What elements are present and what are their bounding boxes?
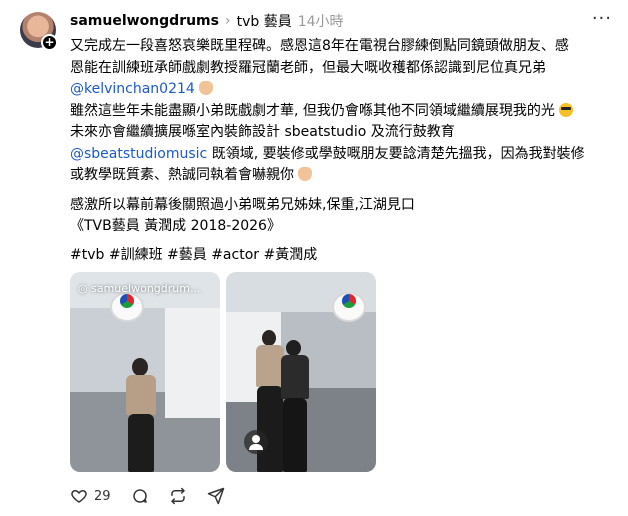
person-pants — [283, 398, 307, 472]
sunglasses-emoji-icon — [559, 102, 574, 117]
post-text-line: 《TVB藝員 黃潤成 2018-2026》 — [70, 218, 281, 234]
like-button[interactable]: 29 — [70, 487, 111, 505]
post-text: 雖然這些年未能盡顯小弟既戲劇才華, 但我仍會喺其他不同領域繼續展現我的光 — [70, 102, 555, 119]
post-text-line: 或教學既質素、熱誠同執着會嚇親你 — [70, 165, 618, 187]
timestamp: 14小時 — [297, 14, 344, 30]
mention-link[interactable]: @sbeatstudiomusic — [70, 146, 207, 162]
tagged-people-icon[interactable] — [244, 430, 268, 454]
post-text-line: 未來亦會繼續擴展喺室內裝飾設計 sbeatstudio 及流行鼓教育 — [70, 124, 455, 140]
tvb-logo-icon — [342, 294, 356, 308]
post-body: 又完成左一段喜怒哀樂既里程碑。感恩這8年在電視台膠練倒點同鏡頭做朋友、感 恩能在… — [70, 36, 618, 238]
share-button[interactable] — [207, 487, 225, 505]
follow-plus-icon[interactable]: + — [41, 34, 58, 51]
folded-hands-emoji-icon — [298, 167, 313, 181]
instagram-watermark: ◎ samuelwongdrum... — [78, 282, 201, 295]
post-text-line: @sbeatstudiomusic 既領域, 要裝修或學鼓嘅朋友要諗清楚先搵我，… — [70, 144, 618, 166]
person-pants — [257, 386, 283, 472]
heart-icon — [71, 490, 87, 503]
hashtags[interactable]: #tvb #訓練班 #藝員 #actor #黃潤成 — [70, 244, 317, 264]
hand-emoji-icon — [199, 81, 214, 95]
reply-button[interactable] — [131, 487, 149, 505]
post-text: 既領域, 要裝修或學鼓嘅朋友要諗清楚先搵我，因為我對裝修 — [207, 145, 585, 162]
person-sweater — [256, 345, 284, 387]
person-sweater — [126, 375, 156, 415]
post-text-line: 雖然這些年未能盡顯小弟既戲劇才華, 但我仍會喺其他不同領域繼續展現我的光 — [70, 101, 618, 123]
mention-link[interactable]: @kelvinchan0214 — [70, 81, 195, 97]
repost-icon — [170, 487, 185, 505]
tvb-logo-icon — [120, 294, 134, 308]
community-name[interactable]: tvb 藝員 — [237, 11, 292, 31]
post-actions: 29 — [70, 486, 225, 506]
post-text-line: 恩能在訓練班承師戲劇教授羅冠蘭老師，但最大嘅收穫都係認識到尼位真兄弟 — [70, 59, 546, 76]
like-count: 29 — [94, 488, 111, 504]
person-pants — [128, 414, 154, 472]
more-options-icon[interactable]: ··· — [592, 8, 612, 29]
repost-button[interactable] — [169, 487, 187, 505]
chevron-right-icon: › — [224, 13, 231, 29]
post-header: samuelwongdrums › tvb 藝員 14小時 — [70, 11, 344, 31]
post-text: 或教學既質素、熱誠同執着會嚇親你 — [70, 167, 294, 183]
post-text-line: 感激所以幕前幕後關照過小弟嘅弟兄姊妹,保重,江湖見口 — [70, 196, 415, 213]
building-shape — [165, 308, 220, 418]
comment-icon — [132, 489, 147, 503]
person-head — [132, 358, 148, 376]
person-head — [286, 340, 301, 356]
post-photo[interactable]: ◎ samuelwongdrum... — [70, 272, 220, 472]
send-icon — [207, 487, 224, 505]
username[interactable]: samuelwongdrums — [70, 13, 219, 29]
post-text-line: @kelvinchan0214 — [70, 79, 618, 101]
post-photo[interactable] — [226, 272, 376, 472]
person-jacket — [281, 355, 309, 399]
person-head — [262, 330, 276, 346]
post-text-line: 又完成左一段喜怒哀樂既里程碑。感恩這8年在電視台膠練倒點同鏡頭做朋友、感 — [70, 38, 569, 54]
